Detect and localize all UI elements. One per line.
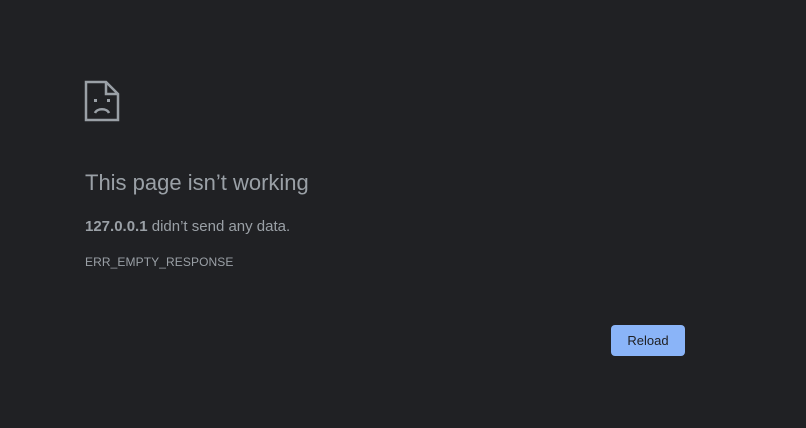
page-title: This page isn’t working: [85, 170, 309, 195]
error-summary: 127.0.0.1 didn’t send any data.: [85, 217, 290, 237]
error-message: didn’t send any data.: [147, 218, 291, 235]
error-code: ERR_EMPTY_RESPONSE: [85, 255, 234, 269]
sad-file-icon: [84, 80, 120, 122]
reload-button[interactable]: Reload: [611, 325, 685, 356]
host-name: 127.0.0.1: [85, 218, 148, 235]
